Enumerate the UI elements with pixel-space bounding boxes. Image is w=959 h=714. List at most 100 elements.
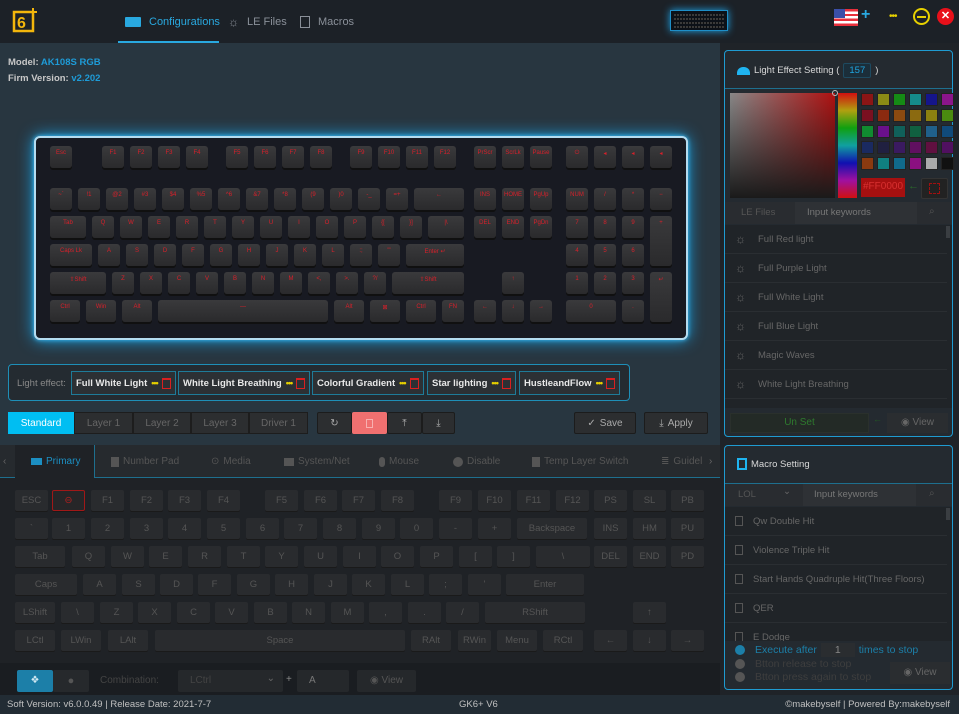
macro-view-button[interactable]: ◉ View [890,662,950,684]
modifier-select[interactable]: LCtrl ⌄ [178,670,283,692]
color-swatch[interactable] [893,141,906,154]
color-swatch[interactable] [925,157,938,170]
virtual-key[interactable]: M [331,602,364,623]
virtual-key[interactable]: . [408,602,441,623]
keyboard-visual-key[interactable]: O [316,216,338,238]
trash-icon[interactable] [161,377,171,389]
virtual-key[interactable]: W [111,546,144,567]
more-icon[interactable]: ••• [399,378,407,388]
virtual-key[interactable]: \ [61,602,94,623]
virtual-key[interactable]: ' [468,574,501,595]
light-effect-slot[interactable]: Full White Light ••• [71,371,176,395]
more-menu-button[interactable]: ••• [889,11,897,22]
keyboard-visual-key[interactable]: Caps Lk [50,244,92,266]
keyboard-visual-key[interactable]: -_ [358,188,380,210]
keyboard-visual-key[interactable]: Alt [122,300,152,322]
virtual-key[interactable]: LWin [61,630,101,651]
le-file-item[interactable]: ☼ Full Red light [725,225,947,254]
keyboard-visual-key[interactable]: L [322,244,344,266]
keyboard-visual-key[interactable]: G [210,244,232,266]
virtual-key[interactable]: L [391,574,424,595]
keyboard-visual-key[interactable]: ScrLk [502,146,524,168]
keyboard-visual-key[interactable]: ◂ [650,146,672,168]
color-swatch[interactable] [941,109,954,122]
le-view-button[interactable]: ◉ View [887,413,948,433]
virtual-key[interactable]: ↓ [633,630,666,651]
tabs-next-button[interactable]: › [709,445,712,478]
virtual-key[interactable]: 1 [52,518,85,539]
color-swatch[interactable] [861,141,874,154]
virtual-key[interactable]: Menu [497,630,537,651]
virtual-key[interactable]: X [138,602,171,623]
virtual-key[interactable]: 2 [91,518,124,539]
more-icon[interactable]: ••• [286,378,294,388]
more-icon[interactable]: ••• [491,378,499,388]
virtual-key[interactable]: F6 [304,490,337,511]
virtual-key[interactable]: , [369,602,402,623]
virtual-key[interactable]: 6 [246,518,279,539]
keyboard-visual-key[interactable]: S [126,244,148,266]
keyboard-visual-key[interactable]: / [594,188,616,210]
virtual-key[interactable]: O [381,546,414,567]
macro-item[interactable]: Start Hands Quadruple Hit(Three Floors) [725,565,947,594]
virtual-key[interactable]: → [671,630,704,651]
keyboard-visual-key[interactable]: F11 [406,146,428,168]
color-swatch[interactable] [909,109,922,122]
trash-icon[interactable] [296,377,306,389]
radio-execute-after[interactable] [735,645,745,655]
us-flag-icon[interactable] [834,9,858,26]
keyboard-visual-key[interactable]: 2 [594,272,616,294]
keyboard-visual-key[interactable]: )0 [330,188,352,210]
keyboard-visual-key[interactable]: V [196,272,218,294]
keyboard-visual-key[interactable]: PgDn [530,216,552,238]
color-swatch[interactable] [909,125,922,138]
keyboard-visual-key[interactable]: &7 [246,188,268,210]
save-button[interactable]: ✓ Save [574,412,636,434]
keyboard-visual-key[interactable]: $4 [162,188,184,210]
le-file-item[interactable]: ☼ Magic Waves [725,341,947,370]
light-effect-slot[interactable]: White Light Breathing ••• [178,371,311,395]
keyboard-visual-key[interactable]: NUM [566,188,588,210]
layer-tab-1[interactable]: Layer 1 [74,412,133,434]
color-swatch[interactable] [909,141,922,154]
virtual-key[interactable]: P [420,546,453,567]
keyboard-visual-key[interactable]: *8 [274,188,296,210]
unset-button[interactable]: Un Set [730,413,869,433]
keyboard-visual-key[interactable]: :; [350,244,372,266]
virtual-key[interactable]: PU [671,518,704,539]
virtual-key[interactable]: V [215,602,248,623]
keyboard-visual-key[interactable]: 6 [622,244,644,266]
more-icon[interactable]: ••• [596,378,604,388]
light-effect-slot[interactable]: Colorful Gradient ••• [312,371,424,395]
virtual-key[interactable]: 7 [284,518,317,539]
color-swatch[interactable] [877,125,890,138]
virtual-key[interactable]: END [633,546,666,567]
virtual-key[interactable]: C [177,602,210,623]
color-swatch[interactable] [877,157,890,170]
color-swatch[interactable] [909,157,922,170]
color-swatch[interactable] [925,109,938,122]
color-swatch[interactable] [861,125,874,138]
keyboard-visual-key[interactable]: ~` [50,188,72,210]
keyboard-visual-key[interactable]: . [622,300,644,322]
virtual-key[interactable]: Caps [15,574,77,595]
virtual-key[interactable]: S [122,574,155,595]
virtual-key[interactable]: U [304,546,337,567]
virtual-key[interactable]: F10 [478,490,511,511]
windows-os-button[interactable]: ❖ [17,670,53,692]
virtual-key[interactable]: G [237,574,270,595]
keyboard-visual-key[interactable]: PrScr [474,146,496,168]
color-swatch[interactable] [861,93,874,106]
keyboard-visual-key[interactable]: ↓ [502,300,524,322]
layer-tab-standard[interactable]: Standard [8,412,74,434]
virtual-key[interactable]: Enter [506,574,584,595]
keyboard-visual-key[interactable]: A [98,244,120,266]
eyedropper-button[interactable] [921,178,948,199]
virtual-key[interactable]: RShift [485,602,585,623]
virtual-key[interactable]: J [314,574,347,595]
tab-le-files[interactable]: ☼ LE Files [228,0,287,43]
keyboard-visual-key[interactable]: INS [474,188,496,210]
layer-tab-driver-1[interactable]: Driver 1 [249,412,308,434]
keyboard-visual-key[interactable]: Pause [530,146,552,168]
tab-system-net[interactable]: System/Net [284,445,350,478]
